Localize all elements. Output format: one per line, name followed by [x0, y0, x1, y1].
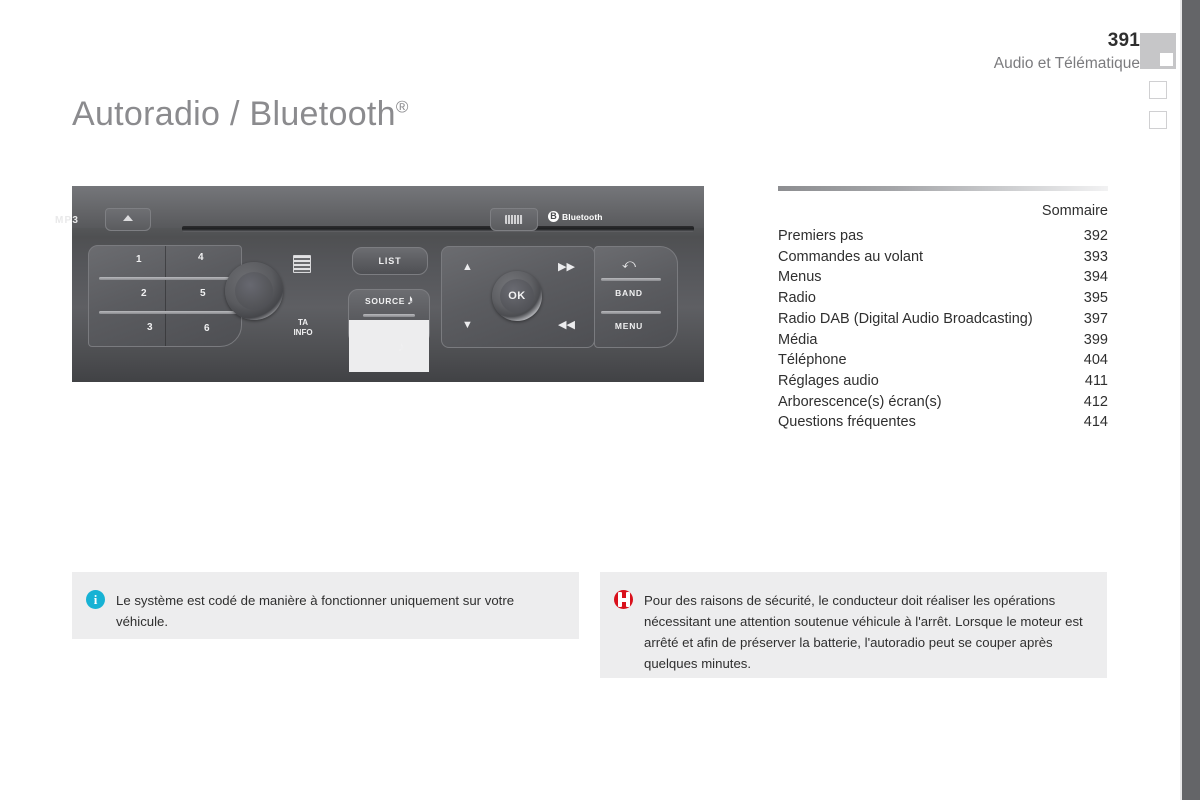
preset-pad-ridge-1 [99, 277, 237, 280]
toc-entry-page: 404 [1083, 352, 1108, 369]
info-note-box: i Le système est codé de manière à fonct… [72, 572, 579, 639]
page-header: 391 Audio et Télématique [994, 30, 1140, 75]
list-lines-icon[interactable] [293, 255, 311, 273]
toc-entry-page: 394 [1083, 269, 1108, 286]
nav-back-icon[interactable]: ◀◀ [558, 320, 575, 331]
toc-entry-title: Arborescence(s) écran(s) [778, 393, 942, 410]
cd-insert-slot [182, 226, 694, 232]
toc-entry[interactable]: Arborescence(s) écran(s) 412 [778, 392, 1108, 413]
warning-note-box: Pour des raisons de sécurité, le conduct… [600, 572, 1107, 678]
toc-entry-title: Média [778, 331, 818, 348]
toc-entry-page: 393 [1083, 248, 1108, 265]
preset-pad-ridge-2 [99, 311, 237, 314]
right-pad-ridge-2 [601, 311, 661, 314]
page-edge-strip [1182, 0, 1200, 800]
eject-button[interactable] [105, 208, 151, 231]
cd-button[interactable] [490, 208, 538, 231]
toc-entry-title: Radio DAB (Digital Audio Broadcasting) [778, 310, 1033, 327]
toc-entry-title: Réglages audio [778, 372, 879, 389]
toc-entry[interactable]: Commandes au volant 393 [778, 247, 1108, 268]
bluetooth-icon: B [548, 211, 559, 222]
cd-slot-icon [505, 215, 523, 224]
list-button[interactable]: LIST [352, 247, 428, 275]
toc-entry-title: Premiers pas [778, 228, 864, 244]
pen-icon: 𝅘𝅥𝅰 [407, 296, 413, 306]
table-of-contents: Sommaire Premiers pas 392 Commandes au v… [778, 186, 1108, 433]
toc-entry[interactable]: Réglages audio 411 [778, 371, 1108, 392]
mp3-label: MP3 [55, 215, 80, 226]
menu-button[interactable]: MENU [595, 321, 663, 331]
preset-button-1[interactable]: 1 [136, 254, 142, 265]
preset-button-4[interactable]: 4 [198, 252, 204, 263]
nav-up-icon[interactable]: ▲ [462, 262, 473, 273]
toc-entry[interactable]: Téléphone 404 [778, 350, 1108, 371]
source-text: SOURCE [365, 296, 406, 306]
radio-fascia-top [72, 186, 704, 228]
nav-down-icon[interactable]: ▼ [462, 320, 473, 331]
bluetooth-label: Bluetooth [562, 211, 603, 222]
chapter-tab-marker-3[interactable] [1149, 111, 1167, 129]
toc-entry-page: 414 [1083, 414, 1108, 431]
page-number: 391 [1107, 30, 1140, 51]
info-label: INFO [293, 327, 313, 337]
volume-knob[interactable] [225, 262, 283, 320]
page-title: Autoradio / Bluetooth® [72, 95, 409, 134]
toc-entry-title: Commandes au volant [778, 248, 924, 265]
chapter-tab-inner-square [1160, 53, 1173, 66]
preset-button-5[interactable]: 5 [200, 288, 206, 299]
warning-note-text: Pour des raisons de sécurité, le conduct… [644, 593, 1083, 671]
ok-label: OK [508, 290, 526, 302]
band-button[interactable]: BAND [595, 288, 663, 298]
toc-entry[interactable]: Menus 394 [778, 267, 1108, 288]
preset-button-pad[interactable] [88, 245, 242, 347]
toc-heading: Sommaire [1041, 203, 1108, 219]
chapter-tab-marker-2[interactable] [1149, 81, 1167, 99]
toc-entry[interactable]: Questions fréquentes 414 [778, 412, 1108, 433]
toc-entry[interactable]: Radio DAB (Digital Audio Broadcasting) 3… [778, 309, 1108, 330]
toc-entry[interactable]: Média 399 [778, 330, 1108, 351]
preset-button-3[interactable]: 3 [147, 322, 153, 333]
right-button-pad[interactable]: ⤺ BAND MENU [594, 246, 678, 348]
toc-entry-title: Questions fréquentes [778, 414, 916, 431]
chapter-tab-marker-active[interactable] [1140, 33, 1176, 69]
source-button-ridge [363, 314, 415, 317]
preset-button-2[interactable]: 2 [141, 288, 147, 299]
warning-icon [614, 590, 633, 609]
bluetooth-logo: B Bluetooth [548, 211, 603, 222]
registered-trademark-symbol: ® [395, 97, 409, 117]
toc-entry-title: Menus [778, 269, 822, 286]
source-label: SOURCE 𝅘𝅥𝅰 [349, 296, 429, 307]
ok-button[interactable]: OK [492, 271, 542, 321]
toc-separator-rule [778, 186, 1108, 191]
toc-entry[interactable]: Premiers pas 392 [778, 226, 1108, 247]
right-pad-ridge-1 [601, 278, 661, 281]
info-note-text: Le système est codé de manière à fonctio… [116, 593, 515, 629]
source-button[interactable]: SOURCE 𝅘𝅥𝅰 ♪ [348, 289, 430, 372]
nav-forward-icon[interactable]: ▶▶ [558, 262, 575, 273]
back-button[interactable]: ⤺ [595, 256, 663, 272]
toc-entry-page: 392 [1083, 228, 1108, 244]
eject-icon [123, 215, 133, 221]
section-title: Audio et Télématique [993, 55, 1140, 72]
music-note-icon: ♪ [349, 320, 429, 372]
toc-entry-title: Radio [778, 290, 816, 307]
page-title-text: Autoradio / Bluetooth [72, 94, 396, 133]
warning-icon-bar [617, 597, 630, 602]
preset-button-6[interactable]: 6 [204, 323, 210, 334]
toc-entry[interactable]: Radio 395 [778, 288, 1108, 309]
toc-entry-page: 395 [1083, 290, 1108, 307]
toc-entry-title: Téléphone [778, 352, 847, 369]
toc-entry-page: 399 [1083, 331, 1108, 348]
ta-label: TA [297, 318, 309, 327]
preset-pad-divider [165, 246, 166, 346]
info-icon: i [86, 590, 105, 609]
toc-entry-page: 411 [1084, 372, 1108, 389]
toc-entry-page: 397 [1083, 310, 1108, 327]
chapter-tab-markers [1140, 33, 1182, 129]
ta-info-button[interactable]: TA INFO [286, 318, 320, 337]
toc-entry-page: 412 [1083, 393, 1108, 410]
